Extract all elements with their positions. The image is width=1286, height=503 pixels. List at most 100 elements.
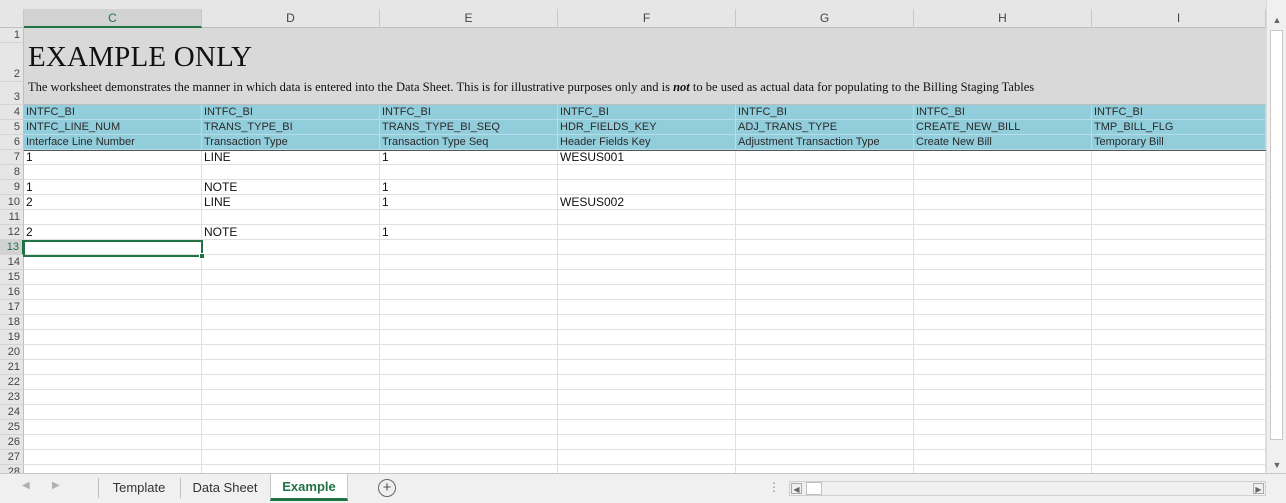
row-header[interactable]: 5 [0, 120, 24, 135]
data-cell[interactable] [1092, 225, 1266, 240]
data-cell[interactable] [202, 300, 380, 315]
data-cell[interactable] [24, 465, 202, 473]
data-cell[interactable] [380, 315, 558, 330]
data-cell[interactable] [558, 330, 736, 345]
active-cell-selection[interactable] [23, 240, 203, 257]
field-header-cell[interactable]: INTFC_BI [1092, 105, 1266, 120]
data-cell[interactable] [24, 165, 202, 180]
data-cell[interactable] [558, 390, 736, 405]
data-cell[interactable] [202, 165, 380, 180]
data-cell[interactable] [202, 315, 380, 330]
fill-handle[interactable] [199, 253, 205, 259]
row-header[interactable]: 16 [0, 285, 24, 300]
data-cell[interactable] [1092, 375, 1266, 390]
field-header-cell[interactable]: ADJ_TRANS_TYPE [736, 120, 914, 135]
data-cell[interactable] [380, 345, 558, 360]
data-cell[interactable]: 1 [24, 150, 202, 165]
row-header[interactable]: 12 [0, 225, 24, 240]
data-cell[interactable] [558, 405, 736, 420]
data-cell[interactable] [24, 285, 202, 300]
vertical-scrollbar[interactable]: ▲ ▼ [1266, 0, 1286, 473]
data-cell[interactable] [1092, 255, 1266, 270]
tab-data-sheet[interactable]: Data Sheet [182, 478, 268, 500]
data-cell[interactable] [736, 285, 914, 300]
data-cell[interactable]: 1 [24, 180, 202, 195]
data-cell[interactable] [380, 270, 558, 285]
data-cell[interactable] [380, 360, 558, 375]
data-cell[interactable] [24, 300, 202, 315]
field-header-cell[interactable]: TMP_BILL_FLG [1092, 120, 1266, 135]
data-cell[interactable] [1092, 195, 1266, 210]
data-cell[interactable] [736, 330, 914, 345]
data-cell[interactable] [380, 450, 558, 465]
row-header[interactable]: 13 [0, 240, 24, 255]
data-cell[interactable] [914, 270, 1092, 285]
row-header[interactable]: 28 [0, 465, 24, 473]
data-cell[interactable] [1092, 345, 1266, 360]
data-cell[interactable] [914, 420, 1092, 435]
data-cell[interactable] [202, 465, 380, 473]
data-cell[interactable] [736, 255, 914, 270]
data-cell[interactable] [914, 390, 1092, 405]
data-cell[interactable] [1092, 315, 1266, 330]
data-cell[interactable] [202, 210, 380, 225]
data-cell[interactable] [24, 405, 202, 420]
row-header[interactable]: 23 [0, 390, 24, 405]
data-cell[interactable] [380, 165, 558, 180]
data-cell[interactable] [736, 225, 914, 240]
data-cell[interactable] [914, 450, 1092, 465]
data-cell[interactable] [202, 420, 380, 435]
field-header-cell[interactable]: INTFC_BI [736, 105, 914, 120]
data-cell[interactable] [914, 195, 1092, 210]
data-cell[interactable]: NOTE [202, 225, 380, 240]
data-cell[interactable] [380, 465, 558, 473]
horizontal-scrollbar[interactable]: ◀ ▶ [789, 481, 1266, 496]
data-cell[interactable] [736, 375, 914, 390]
data-cell[interactable] [202, 450, 380, 465]
row-header[interactable]: 1 [0, 28, 24, 43]
data-cell[interactable] [558, 225, 736, 240]
data-cell[interactable] [914, 465, 1092, 473]
data-cell[interactable] [202, 375, 380, 390]
tab-scroll-right-icon[interactable]: ▶ [52, 480, 60, 491]
data-cell[interactable] [24, 315, 202, 330]
data-cell[interactable] [1092, 165, 1266, 180]
select-all-corner[interactable] [0, 9, 24, 28]
vertical-scroll-thumb[interactable] [1270, 30, 1283, 440]
data-cell[interactable] [736, 465, 914, 473]
row-header[interactable]: 26 [0, 435, 24, 450]
column-header[interactable]: D [202, 9, 380, 28]
data-cell[interactable] [24, 450, 202, 465]
data-cell[interactable] [558, 300, 736, 315]
data-cell[interactable] [914, 405, 1092, 420]
data-cell[interactable] [558, 375, 736, 390]
tab-split-handle-icon[interactable]: ⋮ [768, 480, 780, 494]
data-cell[interactable] [202, 360, 380, 375]
data-cell[interactable] [24, 375, 202, 390]
tab-template[interactable]: Template [100, 478, 178, 500]
data-cell[interactable] [736, 180, 914, 195]
field-header-cell[interactable]: Transaction Type Seq [380, 135, 558, 150]
column-header[interactable]: I [1092, 9, 1266, 28]
data-cell[interactable] [1092, 465, 1266, 473]
data-cell[interactable] [914, 435, 1092, 450]
row-header[interactable]: 3 [0, 82, 24, 105]
data-cell[interactable] [202, 345, 380, 360]
field-header-cell[interactable]: Adjustment Transaction Type [736, 135, 914, 150]
data-cell[interactable] [1092, 420, 1266, 435]
worksheet-grid[interactable]: CDEFGHI 1 2 3 4 INTFC_BI INTFC_BI INTFC_BI INTF… [0, 0, 1266, 473]
row-header[interactable]: 4 [0, 105, 24, 120]
field-header-cell[interactable]: INTFC_BI [202, 105, 380, 120]
chevron-left-icon[interactable]: ◀ [791, 483, 802, 494]
data-cell[interactable] [24, 270, 202, 285]
tab-scroll-left-icon[interactable]: ◀ [22, 480, 30, 491]
row-header[interactable]: 10 [0, 195, 24, 210]
data-cell[interactable] [558, 255, 736, 270]
data-cell[interactable] [736, 345, 914, 360]
data-cell[interactable] [736, 150, 914, 165]
data-cell[interactable] [914, 285, 1092, 300]
field-header-cell[interactable]: Interface Line Number [24, 135, 202, 150]
data-cell[interactable] [1092, 390, 1266, 405]
chevron-down-icon[interactable]: ▼ [1271, 459, 1283, 471]
row-header[interactable]: 22 [0, 375, 24, 390]
